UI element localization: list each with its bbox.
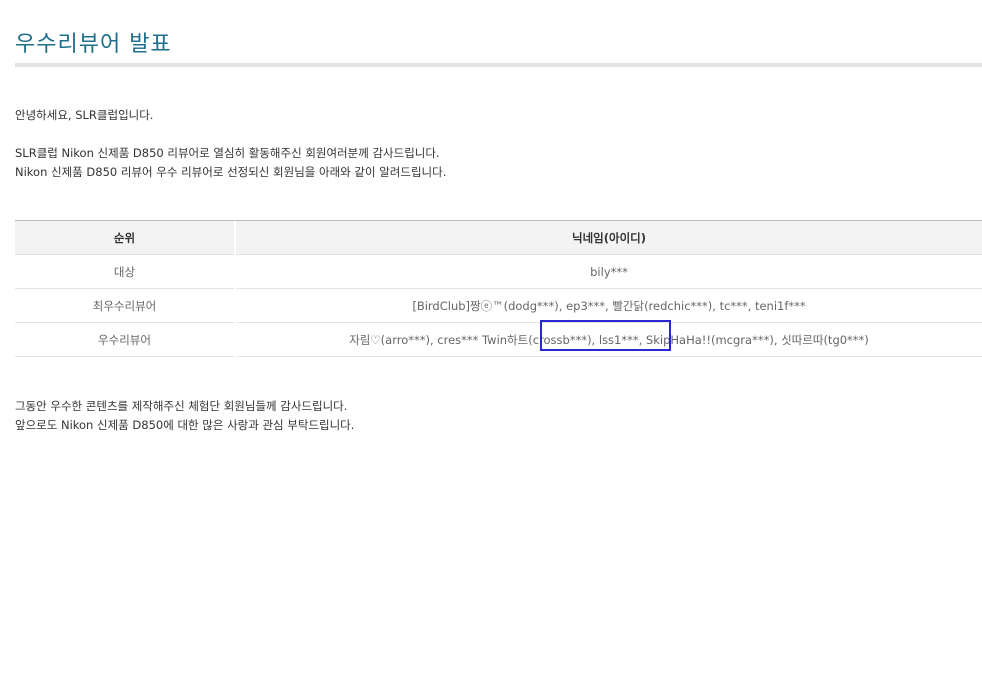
- highlighted-nickname: Twin하트(crossb***),: [482, 332, 596, 347]
- page-title: 우수리뷰어 발표: [15, 32, 172, 57]
- table-row: 최우수리뷰어 [BirdClub]짱ⓔ™(dodg***), ep3***, 빨…: [15, 288, 982, 323]
- rank-column-header: 순위: [15, 221, 236, 255]
- intro-line-2: Nikon 신제품 D850 리뷰어 우수 리뷰어로 선정되신 회원님을 아래와…: [15, 165, 447, 179]
- intro-paragraph: SLR클럽 Nikon 신제품 D850 리뷰어로 열심히 활동해주신 회원여러…: [15, 144, 446, 182]
- nickname-text-before: 자림♡(arro***), cres***: [349, 332, 483, 347]
- rank-cell: 최우수리뷰어: [15, 288, 236, 323]
- table-row: 대상 bily***: [15, 254, 982, 289]
- nickname-cell: 자림♡(arro***), cres*** Twin하트(crossb***),…: [235, 322, 982, 357]
- nickname-text-after: lss1***, SkipHaHa!!(mcgra***), 싯따르따(tg0*…: [595, 332, 869, 347]
- nickname-column-header: 닉네임(아이디): [235, 221, 982, 255]
- intro-line-1: SLR클럽 Nikon 신제품 D850 리뷰어로 열심히 활동해주신 회원여러…: [15, 146, 440, 160]
- closing-line-1: 그동안 우수한 콘텐츠를 제작해주신 체험단 회원님들께 감사드립니다.: [15, 399, 348, 413]
- title-divider: [15, 63, 982, 67]
- rank-cell: 우수리뷰어: [15, 322, 236, 357]
- reviewer-table: 순위 닉네임(아이디) 대상 bily*** 최우수리뷰어 [BirdClub]…: [15, 221, 982, 357]
- table-header-row: 순위 닉네임(아이디): [15, 221, 982, 255]
- nickname-cell: [BirdClub]짱ⓔ™(dodg***), ep3***, 빨간닭(redc…: [235, 288, 982, 323]
- table-row: 우수리뷰어 자림♡(arro***), cres*** Twin하트(cross…: [15, 322, 982, 357]
- reviewer-table-container: 순위 닉네임(아이디) 대상 bily*** 최우수리뷰어 [BirdClub]…: [15, 220, 982, 357]
- closing-line-2: 앞으로도 Nikon 신제품 D850에 대한 많은 사랑과 관심 부탁드립니다…: [15, 418, 355, 432]
- greeting-paragraph: 안녕하세요, SLR클럽입니다.: [15, 106, 153, 125]
- greeting-text: 안녕하세요, SLR클럽입니다.: [15, 108, 154, 122]
- rank-cell: 대상: [15, 254, 236, 289]
- nickname-cell: bily***: [235, 254, 982, 289]
- closing-paragraph: 그동안 우수한 콘텐츠를 제작해주신 체험단 회원님들께 감사드립니다. 앞으로…: [15, 397, 354, 435]
